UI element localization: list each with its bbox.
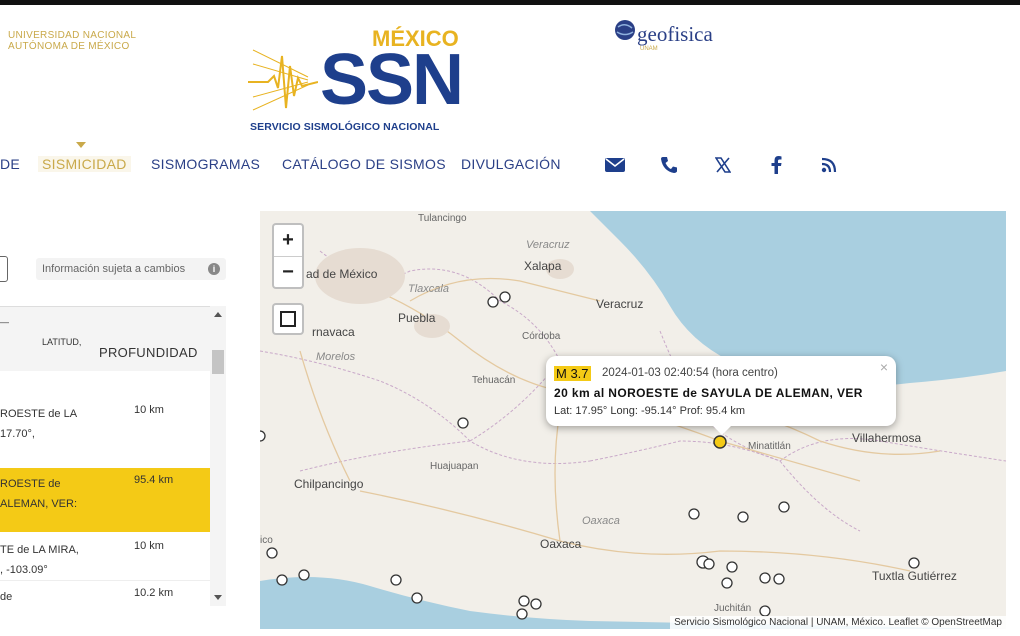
row-place-line: TE de LA MIRA, <box>0 544 79 556</box>
fullscreen-button[interactable] <box>272 303 304 335</box>
unam-line-1: UNIVERSIDAD NACIONAL <box>8 30 137 41</box>
selected-earthquake-marker <box>713 435 727 449</box>
globe-icon <box>615 20 635 40</box>
phone-icon[interactable] <box>658 154 680 176</box>
row-place-line: de <box>0 591 13 603</box>
map-label-villahermosa: Villahermosa <box>852 431 922 445</box>
notice-box: Información sujeta a cambios i <box>36 258 226 280</box>
map-label-cuernavaca: rnavaca <box>312 325 355 339</box>
map-attribution[interactable]: Servicio Sismológico Nacional | UNAM, Mé… <box>670 616 1006 629</box>
map-label-cordoba: Córdoba <box>522 331 561 342</box>
nav-item-de[interactable]: DE <box>0 156 20 172</box>
scroll-up-arrow[interactable] <box>214 312 222 317</box>
row-place-line: ROESTE de <box>0 478 61 490</box>
earthquake-popup: M 3.7 2024-01-03 02:40:54 (hora centro) … <box>546 356 896 426</box>
top-bar <box>0 0 1020 5</box>
info-icon[interactable]: i <box>208 263 220 275</box>
filter-select[interactable] <box>0 256 8 282</box>
fullscreen-icon-corner <box>288 311 296 319</box>
zoom-in-button[interactable]: + <box>274 225 302 257</box>
fullscreen-icon <box>280 311 288 319</box>
row-place-line: ALEMAN, VER: <box>0 498 78 510</box>
row-place: TE de LA MIRA, , -103.09° <box>0 540 120 580</box>
row-depth: 10 km <box>134 404 164 416</box>
popup-location: 20 km al NOROESTE de SAYULA DE ALEMAN, V… <box>554 386 863 400</box>
column-latitude[interactable]: LATITUD, <box>42 337 81 347</box>
notice-text: Información sujeta a cambios <box>42 263 186 275</box>
map-label-tehuacan: Tehuacán <box>472 375 516 386</box>
map-label-xalapa: Xalapa <box>524 259 562 273</box>
facebook-icon[interactable] <box>765 154 787 176</box>
row-depth: 95.4 km <box>134 474 174 486</box>
map-label-tuxtla: Tuxtla Gutiérrez <box>872 569 957 583</box>
map-label-co: ico <box>260 535 273 546</box>
fullscreen-icon-corner <box>288 319 296 327</box>
map-label-huajuapan: Huajuapan <box>430 461 479 472</box>
map-label-oaxaca-state: Oaxaca <box>582 515 620 527</box>
popup-close-button[interactable]: × <box>880 359 888 375</box>
map-label-tulancingo: Tulancingo <box>418 213 467 224</box>
unam-line-2: AUTÓNOMA DE MÉXICO <box>8 41 130 52</box>
map-label-chilpancingo: Chilpancingo <box>294 477 364 491</box>
row-place-line: ROESTE de LA <box>0 408 78 420</box>
map-label-veracruz-state: Veracruz <box>526 239 570 251</box>
ssn-full-name: SERVICIO SISMOLÓGICO NACIONAL <box>250 121 440 133</box>
header-dash: — <box>0 317 9 327</box>
table-scrollbar[interactable] <box>210 306 226 606</box>
table-row[interactable]: ROESTE de LA 17.70°, 10 km <box>0 398 210 464</box>
column-depth[interactable]: PROFUNDIDAD <box>99 345 198 360</box>
row-place-line: 17.70°, <box>0 428 35 440</box>
nav-item-sismogramas[interactable]: SISMOGRAMAS <box>151 156 260 172</box>
nav-item-sismicidad[interactable]: SISMICIDAD <box>38 156 131 172</box>
mail-icon[interactable] <box>604 154 626 176</box>
x-icon[interactable] <box>712 154 734 176</box>
map-label-veracruz-city: Veracruz <box>596 297 644 311</box>
row-depth: 10 km <box>134 540 164 552</box>
table-row[interactable]: de 10.2 km <box>0 580 210 606</box>
popup-tip <box>712 425 732 435</box>
table-header: — LATITUD, PROFUNDIDAD <box>0 306 210 371</box>
earthquake-map[interactable]: Tulancingo Veracruz Xalapa ad de México … <box>260 211 1006 629</box>
map-label-ciudad-de-mexico: ad de México <box>306 267 378 281</box>
geofisica-subtitle: UNAM <box>640 46 658 52</box>
main-nav: DE SISMICIDAD SISMOGRAMAS CATÁLOGO DE SI… <box>0 148 1020 184</box>
row-place-line: , -103.09° <box>0 564 48 576</box>
map-label-juchitan: Juchitán <box>714 603 752 614</box>
map-label-tlaxcala: Tlaxcala <box>408 283 449 295</box>
row-depth: 10.2 km <box>134 587 174 599</box>
geofisica-logo[interactable]: geofisica <box>637 22 713 47</box>
table-row[interactable]: TE de LA MIRA, , -103.09° 10 km <box>0 534 210 584</box>
fullscreen-icon-corner <box>280 319 288 327</box>
zoom-out-button[interactable]: − <box>274 257 302 288</box>
popup-datetime: 2024-01-03 02:40:54 (hora centro) <box>602 367 778 379</box>
zoom-control: + − <box>272 223 304 289</box>
nav-item-divulgacion[interactable]: DIVULGACIÓN <box>461 156 561 172</box>
row-place: ROESTE de ALEMAN, VER: <box>0 474 120 514</box>
popup-coordinates: Lat: 17.95° Long: -95.14° Prof: 95.4 km <box>554 405 746 417</box>
map-label-puebla: Puebla <box>398 311 436 325</box>
nav-item-catalogo[interactable]: CATÁLOGO DE SISMOS <box>282 156 446 172</box>
map-label-oaxaca-city: Oaxaca <box>540 537 582 551</box>
map-label-morelos: Morelos <box>316 351 356 363</box>
unam-logo[interactable]: UNIVERSIDAD NACIONAL AUTÓNOMA DE MÉXICO <box>8 30 136 52</box>
earthquake-table: — LATITUD, PROFUNDIDAD ROESTE de LA 17.7… <box>0 306 210 606</box>
rss-icon[interactable] <box>818 154 840 176</box>
table-row-selected[interactable]: ROESTE de ALEMAN, VER: 95.4 km <box>0 468 210 532</box>
seismogram-graphic <box>248 49 318 111</box>
row-place: ROESTE de LA 17.70°, <box>0 404 120 444</box>
scroll-down-arrow[interactable] <box>214 595 222 600</box>
map-label-minatitlan: Minatitlán <box>748 441 791 452</box>
popup-magnitude: M 3.7 <box>554 366 591 381</box>
row-place: de <box>0 587 120 606</box>
ssn-logo-text[interactable]: SSN <box>320 44 464 116</box>
scroll-thumb[interactable] <box>212 350 224 374</box>
